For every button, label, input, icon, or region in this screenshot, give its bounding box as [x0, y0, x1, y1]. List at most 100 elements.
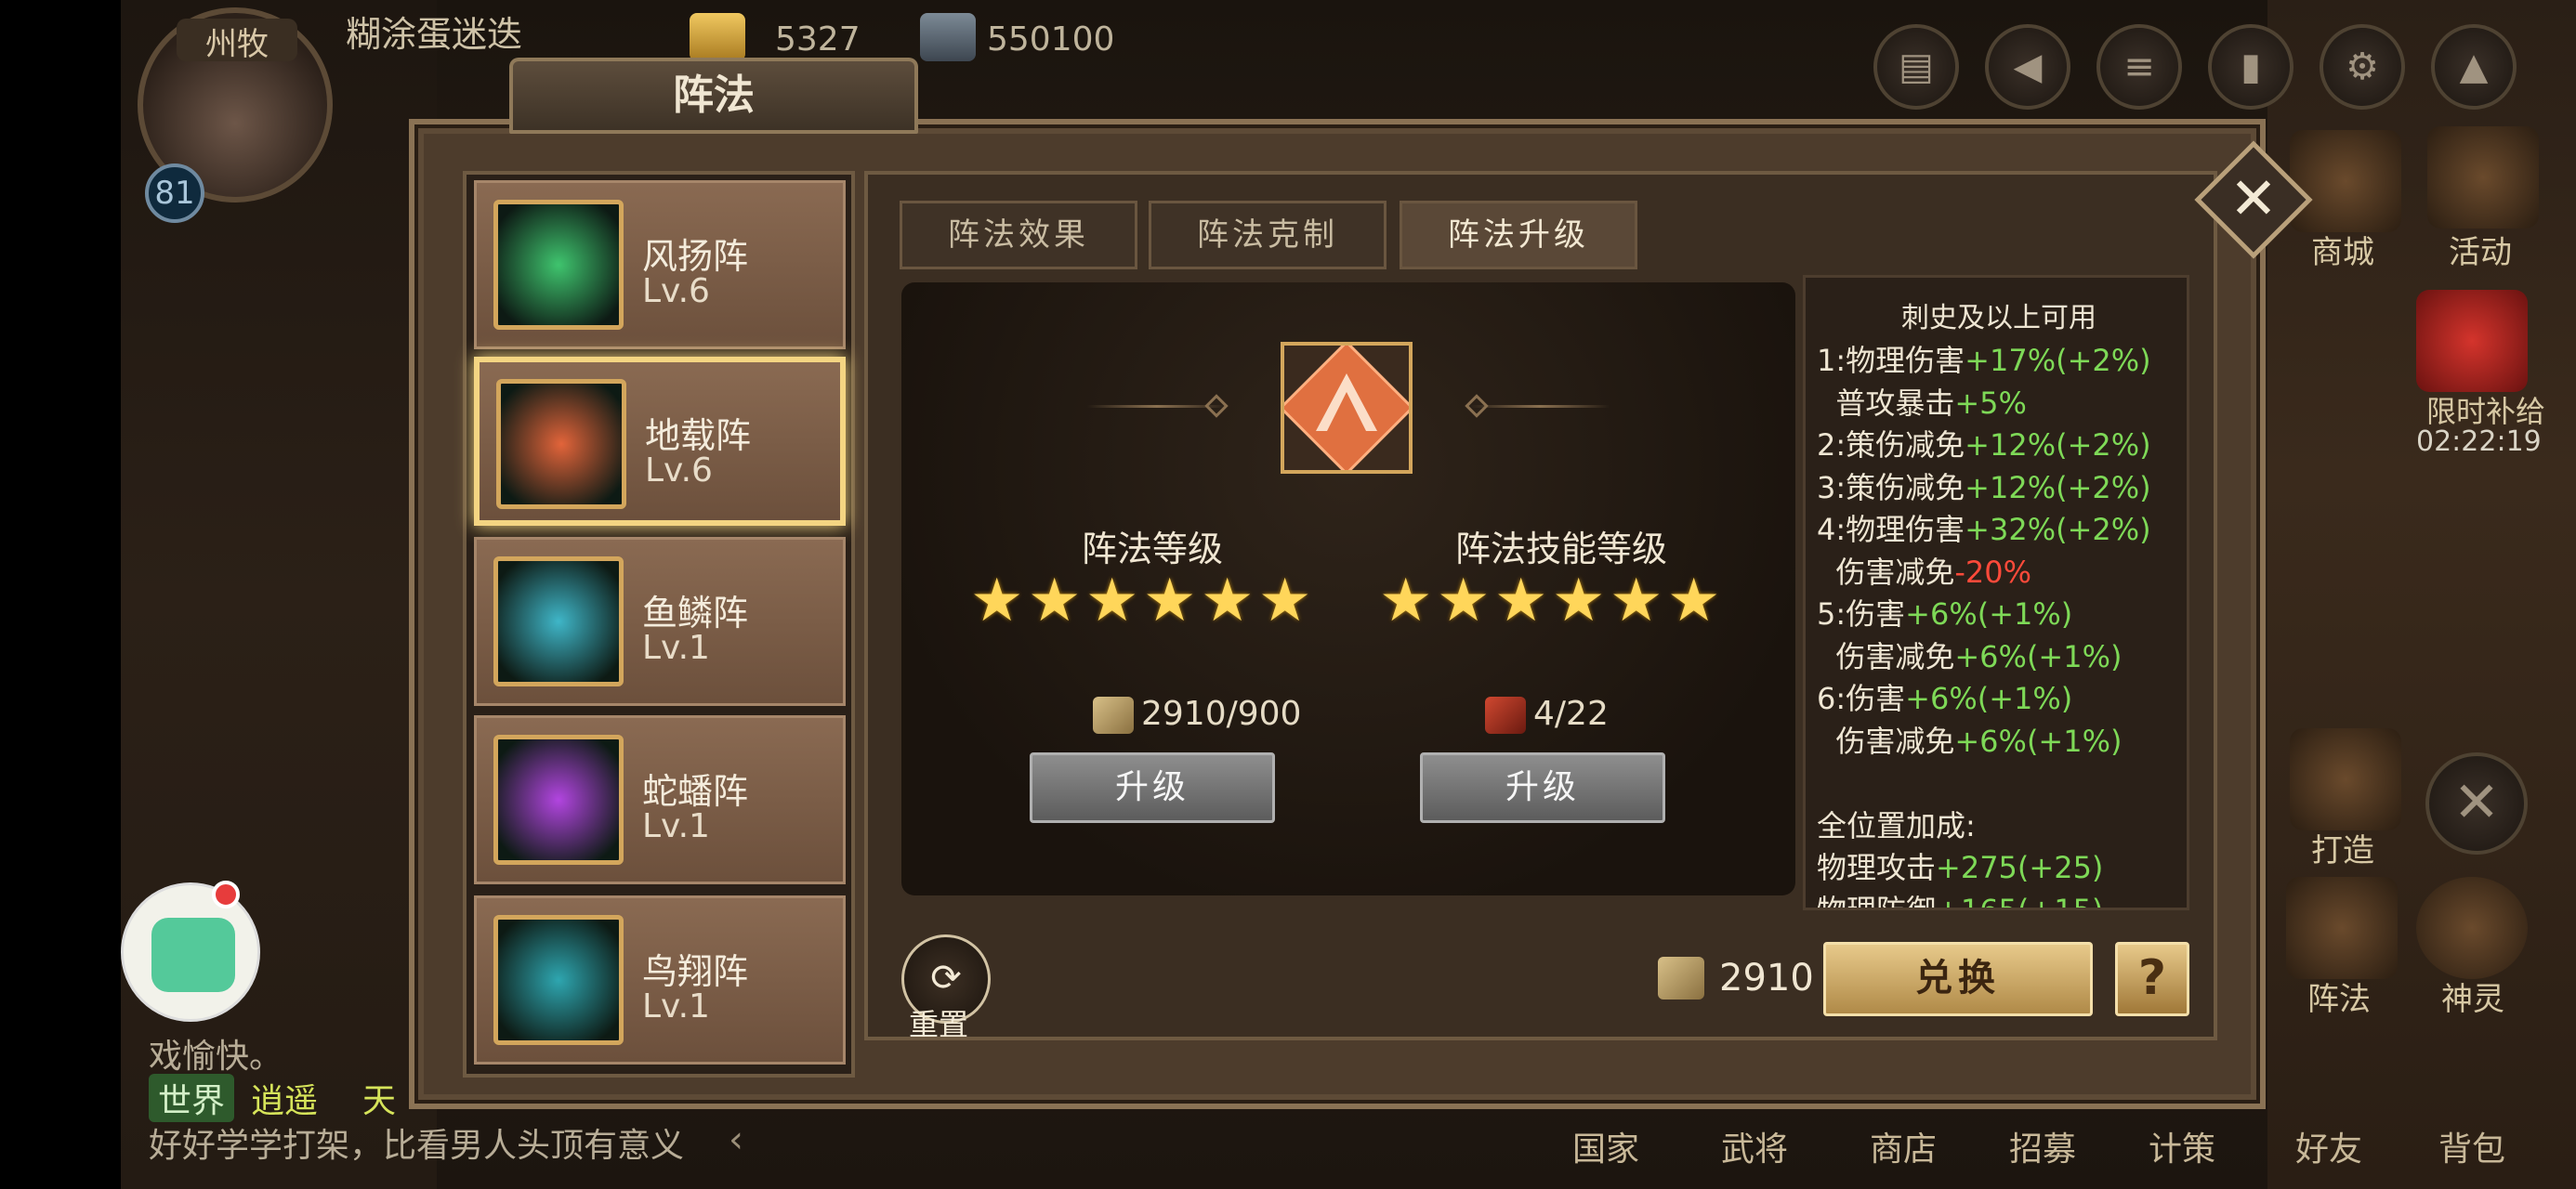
info-line: 普攻暴击+5% [1817, 380, 2027, 423]
resource-gold-value: 5327 [775, 20, 861, 59]
nav-strategy[interactable]: 计策 [2149, 1122, 2215, 1170]
formation-cost-value: 2910/900 [1141, 695, 1302, 733]
yin-yang-icon[interactable] [2416, 877, 2528, 979]
star-icon: ★ [1258, 567, 1312, 635]
formation-side-icon[interactable] [2286, 877, 2398, 979]
info-segment: 伤害减免 [1817, 638, 1955, 674]
iron-icon [920, 13, 976, 61]
info-segment: +6%(+1%) [1905, 596, 2073, 632]
star-icon: ★ [1028, 567, 1082, 635]
info-segment: 全位置加成: [1817, 807, 1976, 843]
info-segment: 4:物理伤害 [1817, 512, 1965, 547]
star-icon: ★ [1437, 567, 1491, 635]
gear-icon[interactable]: ⚙ [2320, 24, 2405, 110]
star-icon: ★ [970, 567, 1024, 635]
formation-card-wind-formation[interactable]: 风扬阵 Lv.6 [474, 180, 846, 349]
formation-name: 鱼鳞阵 [642, 593, 749, 634]
info-segment: 物理攻击 [1817, 850, 1937, 885]
nav-backpack[interactable]: 背包 [2438, 1122, 2505, 1170]
book-icon [1485, 697, 1526, 734]
left-letterbox [0, 0, 123, 1189]
dialog-title: 阵法 [509, 58, 918, 134]
formation-level: Lv.1 [642, 629, 710, 667]
chat-collapse-icon[interactable]: ‹ [729, 1118, 743, 1161]
scroll-icon[interactable]: ≡ [2096, 24, 2182, 110]
star-icon: ★ [1610, 567, 1663, 635]
formation-level-stars: ★ ★ ★ ★ ★ ★ [970, 567, 1312, 635]
game-screen: 州牧 81 糊涂蛋迷迭 5327 550100 ▤ ◀ ≡ ▮ ⚙ ▲ 商城 活… [0, 0, 2576, 1189]
tab-formation-upgrade[interactable]: 阵法升级 [1400, 201, 1637, 269]
skill-level-label: 阵法技能等级 [1454, 529, 1667, 569]
close-icon[interactable]: ✕ [2212, 158, 2295, 242]
player-level-badge: 81 [145, 163, 204, 223]
formation-name: 蛇蟠阵 [642, 771, 749, 812]
info-line: 2:策伤减免+12%(+2%) [1817, 422, 2151, 464]
forge-label: 打造 [2311, 832, 2374, 869]
nav-generals[interactable]: 武将 [1721, 1122, 1788, 1170]
film-icon[interactable]: ▤ [1873, 24, 1959, 110]
notification-dot [212, 881, 240, 908]
mascot-game-icon[interactable] [121, 882, 260, 1022]
info-line: 伤害减免+6%(+1%) [1817, 634, 2122, 676]
tab-formation-counter[interactable]: 阵法克制 [1149, 201, 1387, 269]
star-icon: ★ [1494, 567, 1548, 635]
exchange-button[interactable]: 兑换 [1823, 942, 2093, 1016]
megaphone-icon[interactable]: ◀ [1985, 24, 2070, 110]
scroll-token-icon [1093, 697, 1134, 734]
nav-store[interactable]: 商店 [1870, 1122, 1937, 1170]
info-segment: 3:策伤减免 [1817, 469, 1965, 505]
formation-card-fish-scale-formation[interactable]: 鱼鳞阵 Lv.1 [474, 537, 846, 706]
info-segment: +6%(+1%) [1954, 638, 2123, 674]
upgrade-formation-button[interactable]: 升级 [1030, 752, 1275, 823]
info-line: 物理防御+165(+15) [1817, 887, 2104, 910]
gift-box-icon[interactable] [2416, 290, 2528, 392]
info-segment: 5:伤害 [1817, 596, 1906, 632]
upgrade-skill-button[interactable]: 升级 [1420, 752, 1665, 823]
up-arrow-icon[interactable]: ▲ [2431, 24, 2517, 110]
player-title: 州牧 [177, 19, 297, 63]
skill-cost-value: 4/22 [1533, 695, 1609, 733]
player-name: 糊涂蛋迷迭 [346, 14, 523, 55]
info-line: 全位置加成: [1817, 803, 1976, 845]
tab-formation-effect[interactable]: 阵法效果 [900, 201, 1137, 269]
bird-formation-icon [493, 915, 624, 1045]
info-segment: +32%(+2%) [1965, 512, 2151, 547]
shop-icon[interactable] [2290, 130, 2401, 232]
info-segment: +275(+25) [1936, 850, 2104, 885]
info-segment: 普攻暴击 [1817, 385, 1955, 421]
info-segment: 6:伤害 [1817, 681, 1906, 716]
gold-ingot-icon [690, 13, 745, 61]
chat-line-1: 戏愉快。 [149, 1038, 283, 1076]
info-segment: +17%(+2%) [1965, 343, 2151, 378]
formation-card-earth-formation[interactable]: 地载阵 Lv.6 [474, 357, 846, 526]
formation-card-bird-formation[interactable]: 鸟翔阵 Lv.1 [474, 895, 846, 1065]
formation-name: 鸟翔阵 [642, 951, 749, 992]
info-line: 3:策伤减免+12%(+2%) [1817, 464, 2151, 507]
info-segment: +165(+15) [1936, 892, 2104, 910]
nav-recruit[interactable]: 招募 [2009, 1122, 2076, 1170]
star-icon: ★ [1143, 567, 1197, 635]
nav-friends[interactable]: 好友 [2295, 1122, 2362, 1170]
stats-icon[interactable]: ▮ [2208, 24, 2293, 110]
info-line: 6:伤害+6%(+1%) [1817, 675, 2072, 718]
forge-icon[interactable] [2290, 728, 2401, 830]
info-title: 刺史及以上可用 [1901, 302, 2096, 334]
nav-country[interactable]: 国家 [1572, 1122, 1639, 1170]
events-icon[interactable] [2427, 126, 2539, 229]
formation-name: 风扬阵 [642, 236, 749, 277]
formation-level: Lv.1 [642, 987, 710, 1026]
info-segment: +6%(+1%) [1905, 681, 2073, 716]
chat-sender-tail: 天 [362, 1082, 397, 1120]
info-segment: 伤害减免 [1817, 723, 1955, 759]
info-segment: -20% [1954, 554, 2032, 590]
selected-formation-icon [1279, 340, 1414, 476]
info-segment: 2:策伤减免 [1817, 427, 1965, 463]
info-line: 伤害减免+6%(+1%) [1817, 718, 2122, 761]
info-segment: +12%(+2%) [1965, 427, 2151, 463]
formation-card-snake-formation[interactable]: 蛇蟠阵 Lv.1 [474, 715, 846, 884]
info-segment: +6%(+1%) [1954, 723, 2123, 759]
limited-supply-timer: 02:22:19 [2416, 425, 2542, 458]
events-label: 活动 [2449, 234, 2512, 271]
close-circle-icon[interactable]: ✕ [2425, 752, 2528, 855]
help-button[interactable]: ? [2115, 942, 2189, 1016]
